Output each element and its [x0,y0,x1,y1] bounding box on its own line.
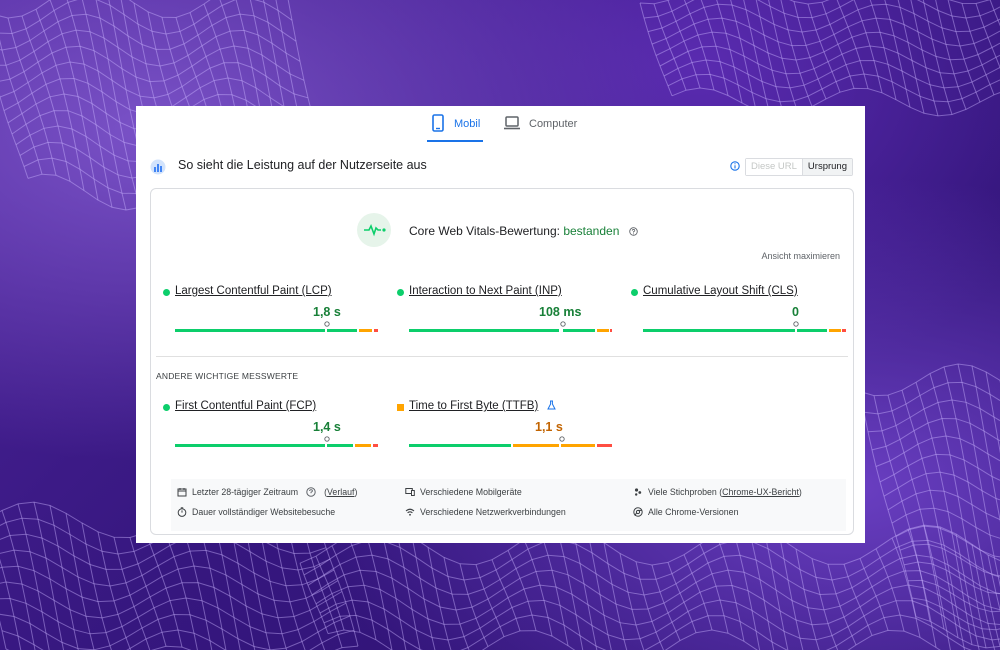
footer-devices: Verschiedene Mobilgeräte [405,487,522,497]
chrome-icon [633,507,643,517]
metric-fcp-name[interactable]: First Contentful Paint (FCP) [163,400,316,412]
url-origin-toggle: Diese URL Ursprung [744,158,853,176]
good-segment [327,444,353,447]
metric-inp-value: 108 ms [539,305,582,319]
core-web-vitals-card: Core Web Vitals-Bewertung: bestanden Ans… [150,188,854,535]
average-segment [355,444,371,447]
help-icon[interactable] [628,227,638,236]
good-segment [797,329,827,332]
info-icon[interactable] [730,161,740,171]
history-link[interactable]: Verlauf [327,487,354,497]
expand-view-link[interactable]: Ansicht maximieren [761,251,840,261]
tab-mobile[interactable]: Mobil [426,114,484,142]
good-segment [409,329,559,332]
footer-visits: Dauer vollständiger Websitebesuche [177,507,335,517]
calendar-icon [177,488,187,497]
metric-lcp-value: 1,8 s [313,305,341,319]
metric-cls-name[interactable]: Cumulative Layout Shift (CLS) [631,285,798,297]
footer-samples-suffix: ) [798,487,802,497]
value-marker-icon [324,321,330,327]
poor-segment [374,329,378,332]
cwv-status: bestanden [563,224,620,238]
footer-samples-text: Viele Stichproben ( [648,487,723,497]
help-icon[interactable] [306,487,316,497]
data-source-footer: Letzter 28-tägiger Zeitraum (Verlauf) Da… [171,479,846,531]
average-segment [561,444,595,447]
metric-lcp-name[interactable]: Largest Contentful Paint (LCP) [163,285,332,297]
cwv-label: Core Web Vitals-Bewertung: [409,224,560,238]
average-segment [359,329,372,332]
this-url-button[interactable]: Diese URL [745,159,803,175]
metric-inp-distribution [409,329,612,332]
metric-fcp-distribution [175,444,378,447]
users-data-icon [150,159,166,175]
metric-ttfb-value: 1,1 s [535,420,563,434]
other-metrics-title: ANDERE WICHTIGE MESSWERTE [156,371,299,381]
metric-ttfb-distribution [409,444,612,447]
metric-lcp-distribution [175,329,378,332]
average-segment [513,444,559,447]
footer-devices-text: Verschiedene Mobilgeräte [420,487,522,497]
laptop-icon [504,116,520,130]
value-marker-icon [560,321,566,327]
poor-segment [597,444,612,447]
metric-fcp-value: 1,4 s [313,420,341,434]
good-segment [175,444,325,447]
value-marker-icon [324,436,330,442]
samples-icon [634,488,642,496]
poor-segment [842,329,846,332]
metric-cls-value: 0 [792,305,799,319]
good-segment [175,329,325,332]
field-data-header: So sieht die Leistung auf der Nutzerseit… [150,156,853,178]
footer-period-text: Letzter 28-tägiger Zeitraum [192,487,299,497]
section-divider [156,356,848,357]
wifi-icon [405,508,415,516]
tab-computer-label: Computer [529,118,578,130]
crux-report-link[interactable]: Chrome-UX-Bericht [722,487,799,497]
poor-segment [610,329,612,332]
origin-button[interactable]: Ursprung [802,159,852,175]
smartphone-icon [432,114,444,132]
tab-mobile-label: Mobil [454,118,481,130]
footer-network: Verschiedene Netzwerkverbindungen [405,507,566,517]
metric-ttfb-label: Time to First Byte (TTFB) [397,400,557,412]
footer-samples: Viele Stichproben (Chrome-UX-Bericht) [633,487,802,497]
poor-segment [373,444,378,447]
footer-versions-text: Alle Chrome-Versionen [648,507,739,517]
pulse-icon [357,213,391,247]
footer-visits-text: Dauer vollständiger Websitebesuche [192,507,336,517]
average-segment [597,329,609,332]
good-segment [563,329,595,332]
cwv-assessment: Core Web Vitals-Bewertung: bestanden [409,224,638,238]
average-segment [829,329,841,332]
footer-period: Letzter 28-tägiger Zeitraum (Verlauf) [177,487,357,497]
metric-inp-name[interactable]: Interaction to Next Paint (INP) [397,285,562,297]
tab-computer[interactable]: Computer [503,114,577,142]
metric-cls-distribution [643,329,846,332]
footer-versions: Alle Chrome-Versionen [633,507,738,517]
footer-network-text: Verschiedene Netzwerkverbindungen [420,507,566,517]
good-segment [409,444,511,447]
devices-icon [405,488,415,496]
flask-icon [547,400,557,410]
field-data-title: So sieht die Leistung auf der Nutzerseit… [178,158,427,172]
device-tabs: Mobil Computer [136,106,865,142]
value-marker-icon [793,321,799,327]
performance-panel: Mobil Computer So sieht die Leistung auf… [136,106,865,543]
timer-icon [177,507,187,517]
good-segment [327,329,357,332]
good-segment [643,329,795,332]
value-marker-icon [559,436,565,442]
metric-ttfb-name[interactable]: Time to First Byte (TTFB) [409,400,538,412]
